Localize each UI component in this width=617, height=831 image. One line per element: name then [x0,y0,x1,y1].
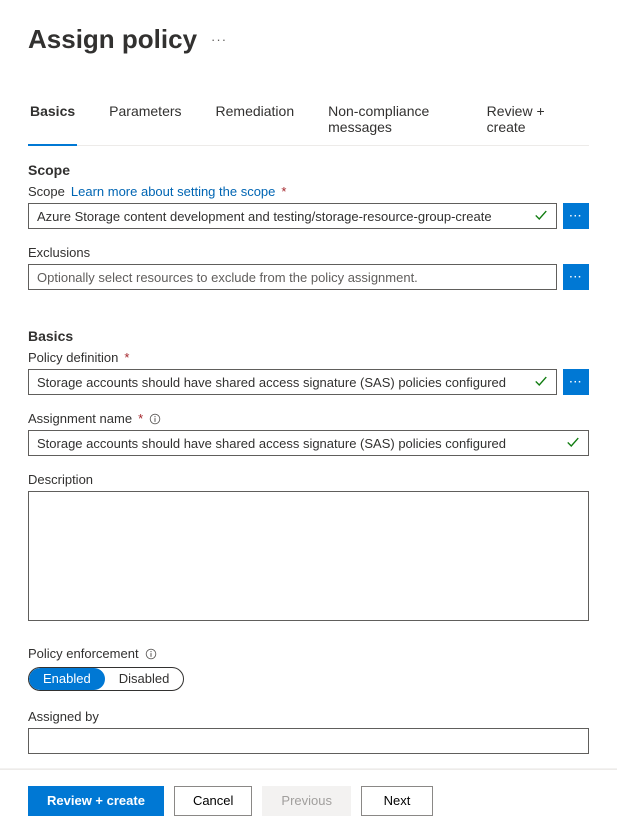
toggle-enabled[interactable]: Enabled [29,668,105,690]
checkmark-icon [566,435,580,452]
tab-review-create[interactable]: Review + create [485,93,563,145]
policy-enforcement-label: Policy enforcement [28,646,139,661]
assignment-name-input[interactable]: Storage accounts should have shared acce… [28,430,589,456]
ellipsis-icon: ··· [570,211,583,222]
policy-definition-input[interactable]: Storage accounts should have shared acce… [28,369,557,395]
description-label: Description [28,472,93,487]
next-button[interactable]: Next [361,786,433,816]
scope-section-title: Scope [28,162,589,178]
info-icon[interactable] [149,413,161,425]
tab-remediation[interactable]: Remediation [214,93,297,145]
previous-button: Previous [262,786,351,816]
policy-definition-picker-button[interactable]: ··· [563,369,589,395]
required-asterisk: * [138,411,143,426]
review-create-button[interactable]: Review + create [28,786,164,816]
exclusions-picker-button[interactable]: ··· [563,264,589,290]
assigned-by-label: Assigned by [28,709,99,724]
assignment-name-label: Assignment name [28,411,132,426]
scope-learn-more-link[interactable]: Learn more about setting the scope [71,184,276,199]
scope-label: Scope [28,184,65,199]
assigned-by-input[interactable] [28,728,589,754]
description-textarea[interactable] [28,491,589,621]
scope-input[interactable]: Azure Storage content development and te… [28,203,557,229]
ellipsis-icon: ··· [570,377,583,388]
assignment-name-value: Storage accounts should have shared acce… [37,436,580,451]
exclusions-placeholder: Optionally select resources to exclude f… [37,270,548,285]
tab-non-compliance-messages[interactable]: Non-compliance messages [326,93,455,145]
page-title: Assign policy [28,24,197,55]
tab-parameters[interactable]: Parameters [107,93,183,145]
ellipsis-icon: ··· [570,272,583,283]
more-actions-icon[interactable]: ··· [211,32,227,47]
basics-section-title: Basics [28,328,589,344]
policy-definition-value: Storage accounts should have shared acce… [37,375,548,390]
toggle-disabled[interactable]: Disabled [105,668,184,690]
tab-basics[interactable]: Basics [28,93,77,145]
scope-picker-button[interactable]: ··· [563,203,589,229]
info-icon[interactable] [145,648,157,660]
footer-bar: Review + create Cancel Previous Next [0,769,617,831]
scope-value: Azure Storage content development and te… [37,209,548,224]
required-asterisk: * [124,350,129,365]
exclusions-label: Exclusions [28,245,90,260]
policy-definition-label: Policy definition [28,350,118,365]
exclusions-input[interactable]: Optionally select resources to exclude f… [28,264,557,290]
policy-enforcement-toggle[interactable]: Enabled Disabled [28,667,184,691]
checkmark-icon [534,208,548,225]
checkmark-icon [534,374,548,391]
cancel-button[interactable]: Cancel [174,786,252,816]
required-asterisk: * [281,184,286,199]
tab-bar: Basics Parameters Remediation Non-compli… [28,93,589,146]
